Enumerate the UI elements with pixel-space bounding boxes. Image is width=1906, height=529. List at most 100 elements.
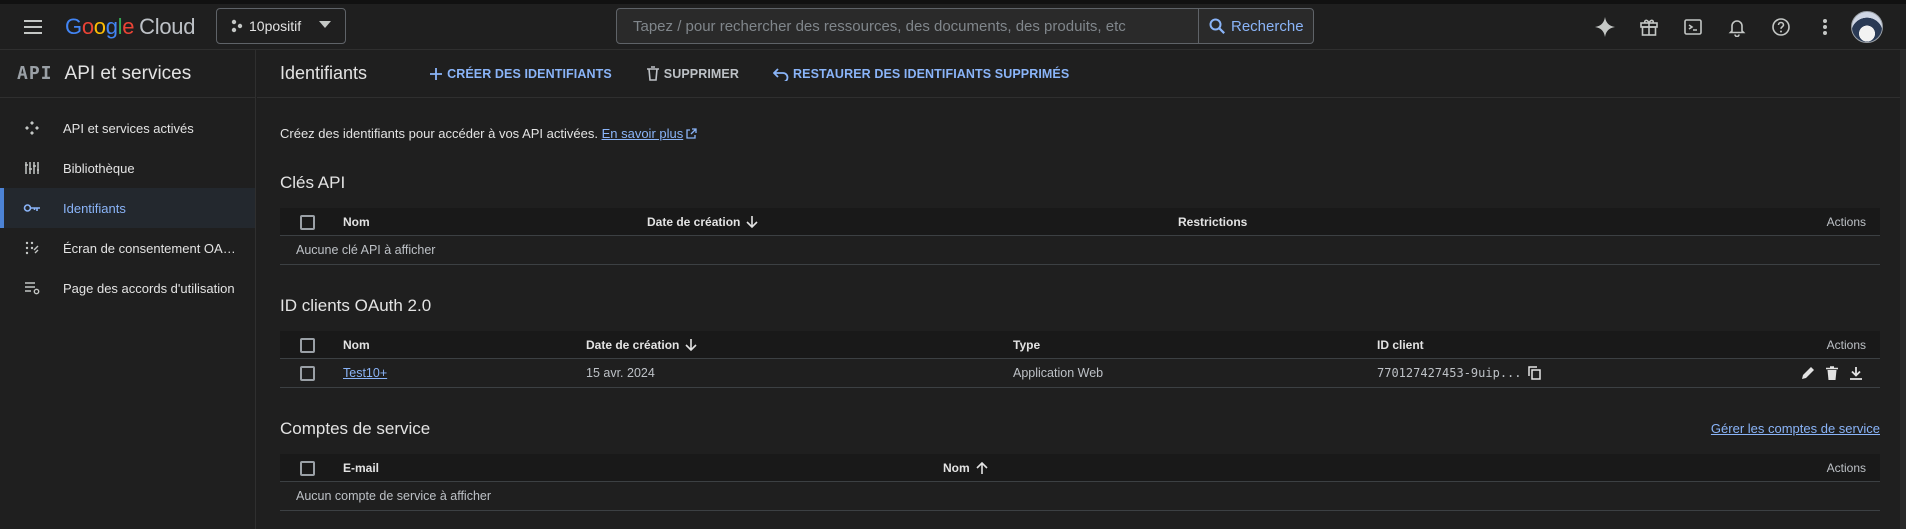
table-header: E-mail Nom Actions: [280, 454, 1880, 482]
agreements-icon: [23, 279, 41, 297]
logo-letter: e: [122, 14, 135, 39]
sidebar-item-label: Écran de consentement OAuth: [63, 240, 238, 256]
row-actions: [1796, 359, 1868, 387]
sidebar-item-agreements[interactable]: Page des accords d'utilisation: [0, 268, 255, 308]
delete-icon[interactable]: [1820, 361, 1844, 385]
create-credentials-label: CRÉER DES IDENTIFIANTS: [447, 66, 612, 81]
delete-label: SUPPRIMER: [663, 66, 739, 81]
search-button-label: Recherche: [1231, 17, 1304, 35]
search-bar: Recherche: [616, 8, 1314, 44]
column-header-name[interactable]: Nom: [943, 454, 988, 481]
page-title: Identifiants: [280, 63, 368, 83]
key-icon: [23, 199, 41, 217]
arrow-up-icon: [976, 461, 988, 475]
copy-icon[interactable]: [1527, 366, 1541, 380]
column-header-restrictions: Restrictions: [1178, 214, 1248, 229]
column-header-name[interactable]: Nom: [343, 208, 370, 235]
sidebar-item-enabled-apis[interactable]: API et services activés: [0, 108, 255, 148]
create-credentials-button[interactable]: CRÉER DES IDENTIFIANTS: [429, 67, 612, 81]
api-keys-table: Nom Date de création Restrictions Action…: [280, 208, 1880, 265]
sidebar-item-label: Page des accords d'utilisation: [63, 280, 235, 296]
page-scrollbar[interactable]: [1900, 50, 1906, 529]
gemini-sparkle-icon[interactable]: [1590, 12, 1620, 42]
oauth-clients-title: ID clients OAuth 2.0: [280, 296, 432, 315]
logo-letter: o: [93, 14, 106, 39]
select-all-checkbox[interactable]: [300, 461, 315, 476]
sidebar-item-oauth-consent[interactable]: Écran de consentement OAuth: [0, 228, 255, 268]
project-name: 10positif: [249, 18, 302, 34]
toolbar: Identifiants CRÉER DES IDENTIFIANTS SUPP…: [257, 50, 1906, 98]
search-icon: [1199, 17, 1231, 35]
empty-row: Aucune clé API à afficher: [280, 236, 1880, 265]
logo-google-text: Google: [65, 14, 134, 39]
gift-icon[interactable]: [1634, 12, 1664, 42]
download-icon[interactable]: [1844, 361, 1868, 385]
client-name-link[interactable]: Test10+: [343, 359, 387, 387]
manage-service-accounts-link[interactable]: Gérer les comptes de service: [1711, 421, 1880, 436]
learn-more-link[interactable]: En savoir plus: [602, 126, 684, 141]
intro-sentence: Créez des identifiants pour accéder à vo…: [280, 126, 598, 141]
empty-row: Aucun compte de service à afficher: [280, 482, 1880, 511]
column-header-actions: Actions: [1826, 337, 1866, 352]
delete-button[interactable]: SUPPRIMER: [646, 66, 739, 81]
select-all-checkbox[interactable]: [300, 338, 315, 353]
main-menu-icon[interactable]: [21, 15, 45, 39]
arrow-down-icon: [746, 215, 758, 229]
column-header-created[interactable]: Date de création: [647, 208, 758, 235]
service-accounts-table: E-mail Nom Actions Aucun compte de servi…: [280, 454, 1880, 511]
api-keys-title: Clés API: [280, 173, 346, 192]
search-input[interactable]: [617, 9, 1197, 43]
intro-text: Créez des identifiants pour accéder à vo…: [280, 126, 697, 141]
oauth-clients-table: Nom Date de création Type ID client Acti…: [280, 331, 1880, 388]
project-picker[interactable]: 10positif: [216, 8, 346, 44]
column-header-type[interactable]: Type: [1013, 331, 1040, 358]
help-icon[interactable]: [1766, 12, 1796, 42]
library-icon: [23, 159, 41, 177]
plus-icon: [429, 67, 447, 81]
sidebar-item-credentials[interactable]: Identifiants: [0, 188, 255, 228]
column-header-created[interactable]: Date de création: [586, 331, 697, 358]
sidebar-nav: API et services activés Bibliothèque Ide…: [0, 98, 255, 308]
column-header-created-label: Date de création: [586, 337, 680, 352]
logo-letter: g: [105, 14, 118, 39]
api-badge-icon: API: [17, 63, 53, 84]
enabled-apis-icon: [23, 119, 41, 137]
empty-message: Aucun compte de service à afficher: [296, 489, 492, 503]
select-all-checkbox[interactable]: [300, 215, 315, 230]
sidebar-item-label: Bibliothèque: [63, 160, 135, 176]
undo-icon: [773, 67, 793, 81]
empty-message: Aucune clé API à afficher: [296, 243, 436, 257]
column-header-name[interactable]: Nom: [343, 331, 370, 358]
arrow-down-icon: [685, 338, 697, 352]
table-row: Test10+ 15 avr. 2024 Application Web 770…: [280, 359, 1880, 388]
chevron-down-icon: [319, 21, 331, 29]
client-id-value: 770127427453-9uip...: [1377, 366, 1522, 380]
google-cloud-logo[interactable]: Google Cloud: [65, 14, 195, 40]
sidebar-item-label: Identifiants: [63, 200, 126, 216]
account-avatar[interactable]: [1851, 11, 1883, 43]
top-icons: [1590, 12, 1854, 42]
more-vert-icon[interactable]: [1810, 12, 1840, 42]
client-created-date: 15 avr. 2024: [586, 366, 655, 380]
sidebar-item-library[interactable]: Bibliothèque: [0, 148, 255, 188]
column-header-created-label: Date de création: [647, 214, 741, 229]
notifications-icon[interactable]: [1722, 12, 1752, 42]
column-header-actions: Actions: [1826, 214, 1866, 229]
sidebar-item-label: API et services activés: [63, 120, 194, 136]
restore-deleted-button[interactable]: RESTAURER DES IDENTIFIANTS SUPPRIMÉS: [773, 67, 1069, 81]
column-header-client-id: ID client: [1377, 337, 1424, 352]
search-button[interactable]: Recherche: [1198, 9, 1314, 43]
table-header: Nom Date de création Restrictions Action…: [280, 208, 1880, 236]
logo-letter: o: [81, 14, 94, 39]
top-bar: GoogleCloud 10positif Recherche: [0, 4, 1906, 50]
sidebar-header: API API et services: [0, 50, 255, 98]
service-accounts-title: Comptes de service: [280, 419, 431, 438]
edit-icon[interactable]: [1796, 361, 1820, 385]
logo-cloud-text: Cloud: [139, 14, 196, 39]
cloud-shell-icon[interactable]: [1678, 12, 1708, 42]
trash-icon: [646, 66, 664, 81]
row-checkbox[interactable]: [300, 366, 315, 381]
project-nodes-icon: [229, 18, 245, 34]
column-header-actions: Actions: [1826, 460, 1866, 475]
column-header-email[interactable]: E-mail: [343, 454, 379, 481]
